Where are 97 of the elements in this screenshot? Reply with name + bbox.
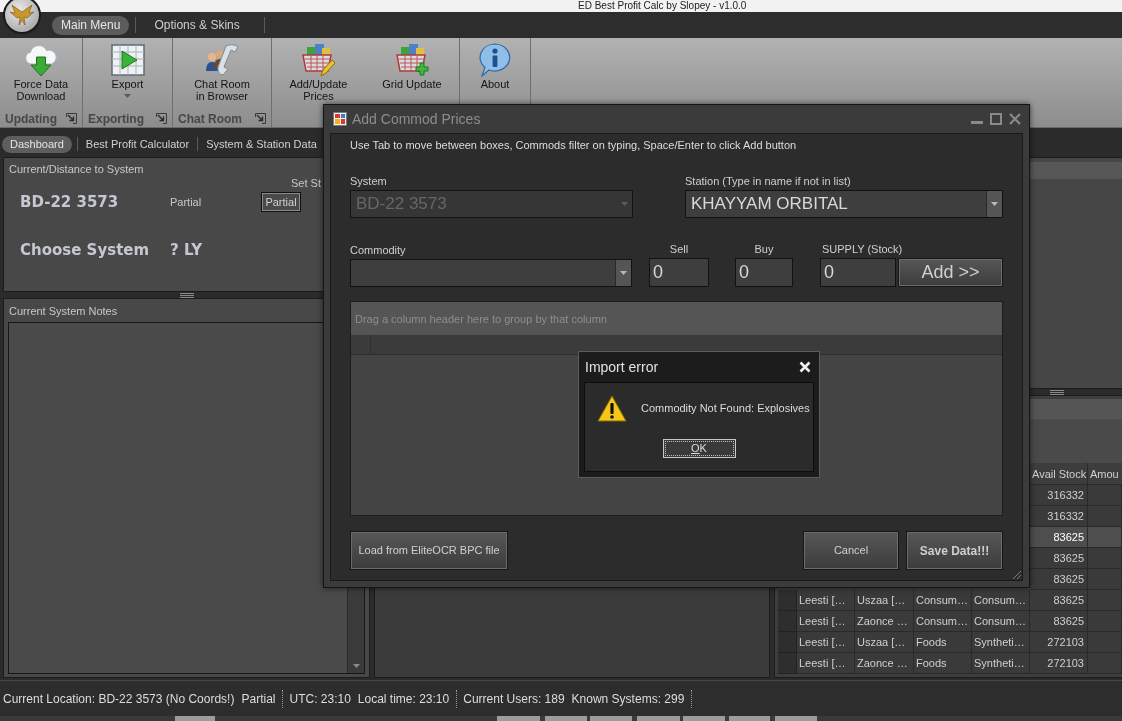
field-label: System (350, 174, 387, 188)
number-field[interactable]: 0 (735, 258, 793, 287)
table-cell (1088, 506, 1122, 527)
table-cell: Zaonce … (855, 611, 914, 632)
table-cell (1088, 527, 1122, 548)
panel-title: Current System Notes (8, 304, 118, 319)
table-cell: Consum… (914, 611, 972, 632)
panel-title: Current/Distance to System (8, 162, 144, 176)
table-cell: 83625 (1030, 548, 1088, 569)
table-cell: Syntheti… (972, 653, 1030, 674)
station-dropdown[interactable]: KHAYYAM ORBITAL (685, 190, 1003, 218)
down-arrow-icon[interactable] (352, 664, 360, 668)
field-label: Buy (754, 242, 774, 256)
field-label: Sell (669, 242, 689, 256)
maximize-icon[interactable] (990, 113, 1002, 125)
system-name: BD-22 3573 (19, 191, 120, 213)
table-cell: 316332 (1030, 506, 1088, 527)
ribbon-button[interactable]: Export (104, 38, 151, 110)
menu-tab[interactable]: Options & Skins (136, 15, 258, 35)
window-title: ED Best Profit Calc by Slopey - v1.0.0 (578, 0, 747, 12)
field-label: SUPPLY (Stock) (821, 242, 903, 256)
table-cell: Leesti [… (797, 653, 855, 674)
table-cell: 83625 (1030, 527, 1088, 548)
splitter-grip-icon[interactable] (179, 292, 194, 298)
table-cell: 272103 (1030, 653, 1088, 674)
table-cell: Consum… (972, 611, 1030, 632)
table-cell: 316332 (1030, 485, 1088, 506)
dropdown-button[interactable] (615, 260, 631, 286)
table-cell (1088, 548, 1122, 569)
table-cell: 83625 (1030, 611, 1088, 632)
tab[interactable]: Dashboard (2, 135, 72, 153)
field-label: Station (Type in name if not in list) (685, 174, 851, 188)
basket-pencil-icon (301, 43, 336, 77)
table-cell: Leesti [… (797, 611, 855, 632)
table-cell: 83625 (1030, 569, 1088, 590)
table-cell: Syntheti… (972, 632, 1030, 653)
instruction-text: Use Tab to move between boxes, Commods filter on typing, Space/Enter to click Add button (350, 138, 797, 152)
tab[interactable]: System & Station Data (203, 135, 320, 153)
dropdown-arrow-icon (620, 271, 627, 275)
number-field[interactable]: 0 (820, 258, 896, 287)
cloud-download-icon (24, 43, 58, 77)
warning-icon (597, 395, 627, 422)
splitter-grip-icon[interactable] (1050, 389, 1064, 395)
add-button[interactable]: Add >> (898, 258, 1003, 287)
dropdown-arrow-icon (620, 202, 628, 206)
field-label: Commodity (350, 243, 406, 257)
distance-text: ? LY (170, 239, 202, 261)
dialog-title: Add Commod Prices (352, 109, 481, 129)
save-button[interactable]: Save Data!!! (906, 531, 1003, 570)
menu-tab[interactable]: Main Menu (52, 15, 130, 35)
status-text: UTC: 23:10 (289, 690, 351, 708)
ribbon-group-label: Updating (5, 110, 57, 128)
load-button[interactable]: Load from EliteOCR BPC file (350, 531, 508, 570)
table-cell: Leesti [… (797, 632, 855, 653)
dropdown-button[interactable] (986, 191, 1002, 217)
dialog-title: Import error (585, 357, 659, 377)
cancel-button[interactable]: Cancel (803, 531, 899, 570)
dialog-launcher-icon[interactable] (156, 113, 167, 124)
table-cell: Consum… (914, 590, 972, 611)
dropdown-arrow-icon (991, 202, 998, 206)
dialog-launcher-icon[interactable] (66, 113, 77, 124)
bird-logo-icon (10, 5, 34, 25)
table-cell: 272103 (1030, 632, 1088, 653)
status-text: Current Location: BD-22 3573 (No Coords!) (3, 690, 235, 708)
error-message: Commodity Not Found: Explosives (641, 401, 810, 417)
set-status-label: Set St (291, 177, 321, 190)
status-text: Known Systems: 299 (571, 690, 685, 708)
basket-plus-icon (394, 43, 429, 77)
ribbon-button[interactable]: Chat Room in Browser (188, 38, 256, 110)
people-phone-icon (205, 43, 239, 77)
dialog-launcher-icon[interactable] (255, 113, 266, 124)
window-icon (333, 112, 347, 126)
tab[interactable]: Best Profit Calculator (82, 135, 193, 153)
resize-grip-icon[interactable] (1011, 569, 1021, 579)
status-text: Local time: 23:10 (357, 690, 450, 708)
table-cell: Uszaa [… (855, 632, 914, 653)
table-cell: 83625 (1030, 590, 1088, 611)
column-header[interactable]: Amou (1088, 463, 1122, 484)
status-text: Partial (170, 194, 203, 210)
table-cell: Consum… (972, 590, 1030, 611)
number-field[interactable]: 0 (649, 258, 709, 287)
status-text: Partial (241, 690, 276, 708)
status-text: Current Users: 189 (463, 690, 565, 708)
ribbon-button[interactable]: Force Data Download (7, 38, 75, 110)
info-bubble-icon (478, 43, 512, 77)
table-cell: Foods (914, 653, 972, 674)
ribbon-group-label: Chat Room (178, 110, 242, 128)
table-cell: Leesti [… (797, 590, 855, 611)
ok-button[interactable]: OK (662, 439, 736, 458)
target-system-name: Choose System (19, 239, 151, 261)
table-cell: Uszaa [… (855, 590, 914, 611)
table-cell: Foods (914, 632, 972, 653)
ribbon-button[interactable]: About (472, 38, 518, 110)
ribbon-group-label: Exporting (88, 110, 144, 128)
table-cell: Zaonce … (855, 653, 914, 674)
spreadsheet-play-icon (110, 43, 145, 77)
status-button[interactable]: Partial (261, 192, 301, 212)
